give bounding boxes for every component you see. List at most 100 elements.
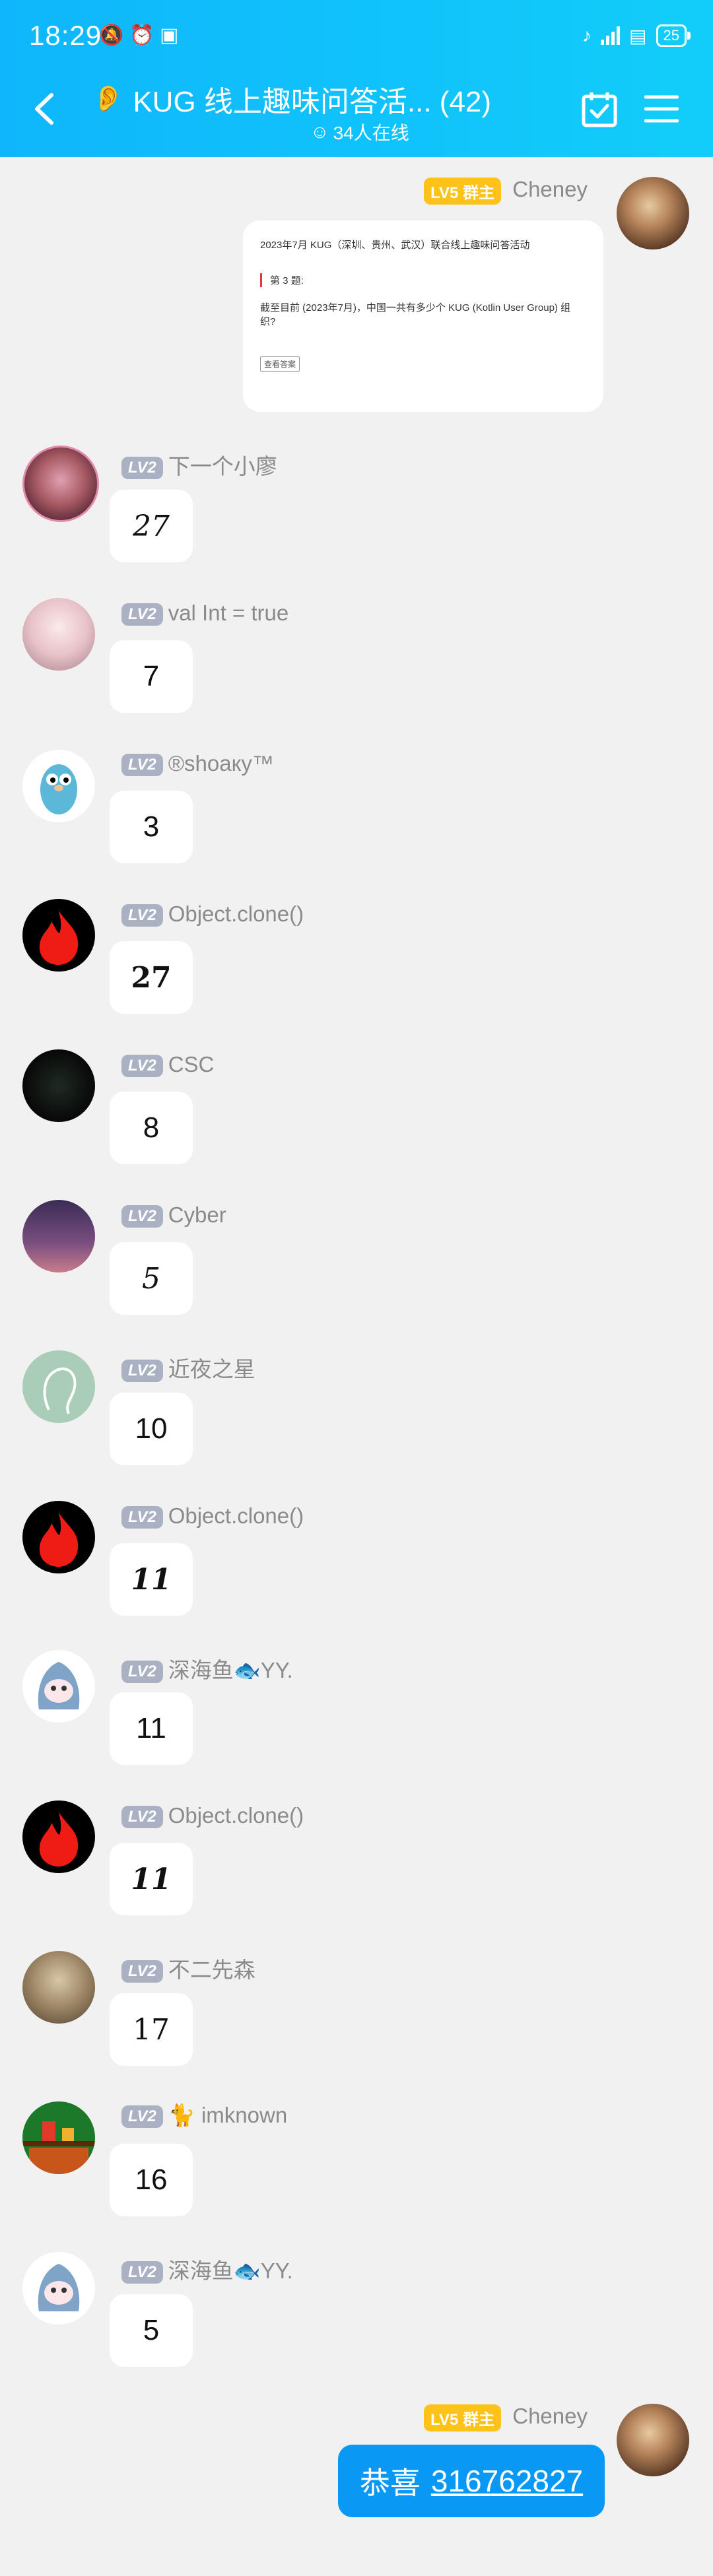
nick: 深海鱼🐟YY. (168, 2259, 293, 2283)
chat-title[interactable]: 👂 KUG 线上趣味问答活... (42) (92, 78, 515, 120)
nick: val Int = true (168, 601, 289, 625)
level-badge: LV2 (121, 1806, 163, 1829)
nick: 近夜之星 (168, 1357, 255, 1381)
nick: Object.clone() (168, 902, 304, 926)
message-bubble[interactable]: 5 (110, 1242, 193, 1315)
signal-icon (601, 26, 621, 45)
nick: 不二先森 (168, 1958, 255, 1982)
avatar[interactable] (22, 446, 99, 522)
nick-row: LV2 深海鱼🐟YY. (121, 1653, 293, 1684)
message-bubble[interactable]: 27 (110, 941, 193, 1014)
ear-icon: 👂 (92, 85, 124, 113)
nick: 深海鱼🐟YY. (168, 1658, 293, 1682)
message-bubble[interactable]: 3 (110, 791, 193, 863)
nick-row: LV2 下一个小廖 (121, 449, 277, 480)
level-badge: LV2 (121, 1506, 163, 1529)
message-text: 恭喜 (359, 2466, 421, 2500)
level-badge: LV2 (121, 1360, 163, 1383)
nick: Object.clone() (168, 1803, 304, 1828)
level-badge: LV2 (121, 1205, 163, 1228)
pixel-art-icon (22, 2121, 95, 2174)
nick-row: LV2 val Int = true (121, 601, 289, 626)
flame-icon (39, 911, 79, 965)
online-count: ☺ 34人在线 (310, 119, 409, 145)
avatar[interactable] (22, 750, 95, 822)
status-right: ♪ ▤ 25 (582, 22, 691, 49)
status-bar: 18:29 🔕 ⏰ ▣ ♪ ▤ 25 (0, 0, 713, 66)
message-bubble[interactable]: 11 (110, 1543, 193, 1616)
flame-icon (39, 1812, 79, 1866)
alarm-icon: ⏰ (129, 24, 154, 46)
back-icon[interactable] (32, 92, 58, 125)
chat-header: 18:29 🔕 ⏰ ▣ ♪ ▤ 25 👂 KUG 线上趣味问答活... (42)… (0, 0, 713, 157)
message-bubble[interactable]: 8 (110, 1092, 193, 1164)
message-bubble[interactable]: 16 (110, 2144, 193, 2216)
level-badge: LV2 (121, 603, 163, 626)
nick-row: LV2 Object.clone() (121, 1803, 304, 1829)
message-bubble[interactable]: 27 (110, 490, 193, 562)
message-bubble[interactable]: 7 (110, 640, 193, 713)
level-badge: LV2 (121, 904, 163, 927)
nick-row: LV2 CSC (121, 1052, 215, 1078)
calendar-check-icon[interactable] (581, 91, 618, 128)
avatar[interactable] (22, 598, 95, 671)
online-icon: ☺ (310, 121, 329, 142)
avatar[interactable] (22, 1501, 95, 1573)
owner-nick-row: LV5 群主 Cheney (424, 177, 588, 205)
nick: 🐈 imknown (168, 2103, 288, 2127)
nick: Cheney (512, 2404, 588, 2428)
chat-title-text: KUG 线上趣味问答活... (42) (133, 86, 492, 118)
nick-row: LV2 Object.clone() (121, 902, 304, 927)
quiz-question-no: 第 3 题: (260, 273, 594, 287)
menu-icon[interactable] (644, 94, 679, 124)
quiz-card[interactable]: 2023年7月 KUG（深圳、贵州、武汉）联合线上趣味问答活动 第 3 题: 截… (243, 220, 603, 412)
level-badge: LV2 (121, 1661, 163, 1684)
silhouette-icon (43, 1368, 77, 1414)
avatar-cheney[interactable] (617, 2404, 689, 2476)
nick: CSC (168, 1052, 215, 1076)
nick-row: LV2 ®shoaку™ (121, 751, 274, 777)
avatar-cheney[interactable] (617, 177, 689, 249)
nick-row: LV2 深海鱼🐟YY. (121, 2253, 293, 2285)
avatar[interactable] (22, 1951, 95, 2024)
nick: Cyber (168, 1203, 226, 1227)
avatar[interactable] (22, 899, 95, 972)
avatar[interactable] (22, 1800, 95, 1873)
message-bubble[interactable]: 17 (110, 1993, 193, 2066)
nick-row: LV2 Cyber (121, 1203, 226, 1228)
message-bubble[interactable]: 11 (110, 1692, 193, 1765)
shark-icon (38, 2264, 80, 2311)
nick-row: LV2 🐈 imknown (121, 2103, 287, 2129)
quiz-card-title: 2023年7月 KUG（深圳、贵州、武汉）联合线上趣味问答活动 (260, 240, 530, 251)
level-badge: LV2 (121, 1055, 163, 1078)
avatar[interactable] (22, 1200, 95, 1272)
message-bubble[interactable]: 11 (110, 1843, 193, 1915)
nick: Object.clone() (168, 1503, 304, 1528)
avatar[interactable] (22, 1350, 95, 1423)
shark-icon (38, 1662, 80, 1709)
status-time: 18:29 (29, 20, 102, 51)
online-count-text: 34人在线 (333, 123, 409, 143)
sent-message-bubble[interactable]: 恭喜 316762827 (338, 2445, 605, 2517)
quiz-question: 截至目前 (2023年7月)，中国一共有多少个 KUG (Kotlin User… (260, 302, 571, 327)
nick-row: LV2 近夜之星 (121, 1352, 255, 1383)
owner-nick-row: LV5 群主 Cheney (424, 2404, 588, 2431)
mute-icon: 🔕 (99, 24, 124, 46)
app-notification-icon: ▣ (160, 24, 179, 46)
battery-icon: 25 (656, 24, 691, 47)
nick-row: LV2 Object.clone() (121, 1503, 304, 1529)
view-answer-button[interactable]: 查看答案 (260, 356, 300, 372)
avatar[interactable] (22, 1650, 95, 1723)
level-badge: LV2 (121, 2261, 163, 2284)
flame-icon (39, 1513, 79, 1567)
gopher-icon (40, 764, 77, 814)
avatar[interactable] (22, 2252, 95, 2325)
avatar[interactable] (22, 2101, 95, 2174)
message-bubble[interactable]: 10 (110, 1393, 193, 1465)
nick: ®shoaку™ (168, 751, 274, 776)
avatar[interactable] (22, 1049, 95, 1122)
message-bubble[interactable]: 5 (110, 2294, 193, 2367)
group-number-link[interactable]: 316762827 (431, 2463, 583, 2499)
level-badge: LV2 (121, 1960, 163, 1983)
owner-badge: LV5 群主 (424, 177, 502, 205)
